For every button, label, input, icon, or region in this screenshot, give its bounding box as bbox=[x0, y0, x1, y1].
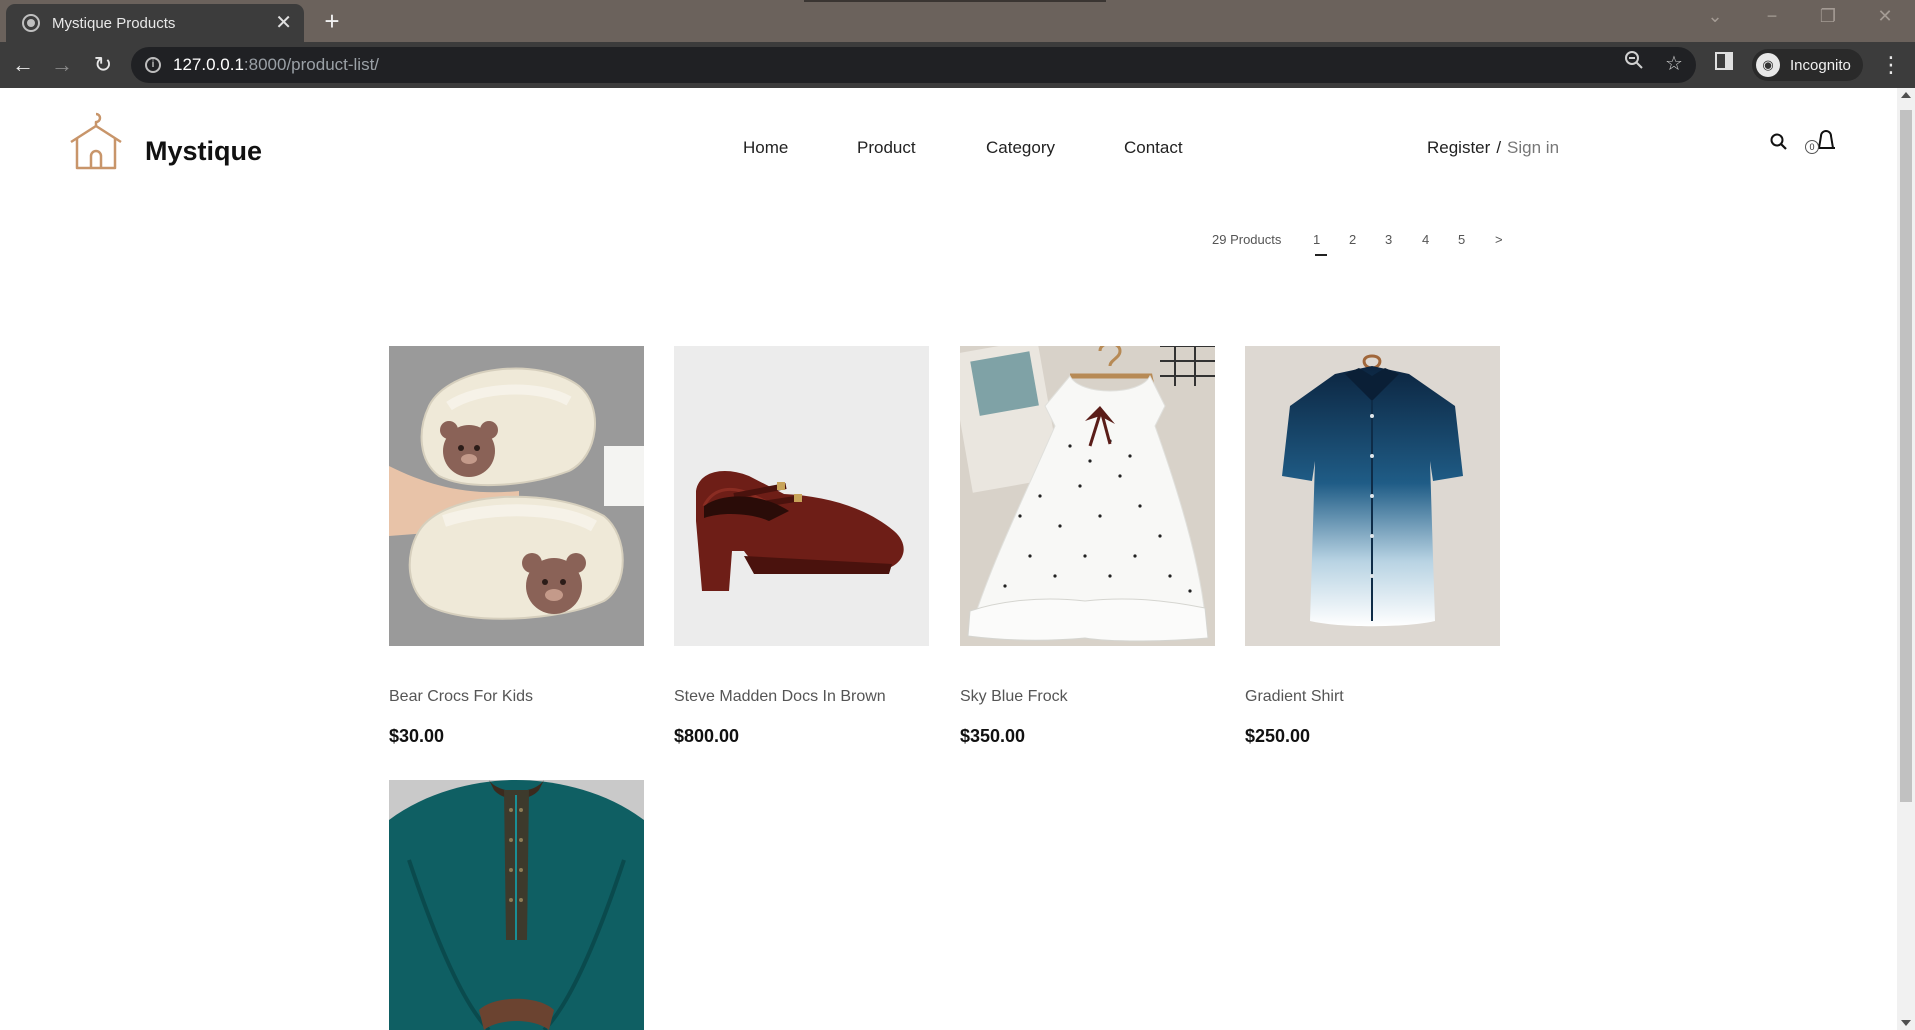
product-image-brown-docs[interactable] bbox=[674, 346, 929, 646]
reload-icon[interactable]: ↻ bbox=[88, 50, 118, 80]
product-image-bear-crocs[interactable] bbox=[389, 346, 644, 646]
register-link[interactable]: Register bbox=[1427, 138, 1490, 157]
browser-menu-icon[interactable]: ⋮ bbox=[1880, 50, 1902, 80]
brand-name[interactable]: Mystique bbox=[145, 136, 262, 167]
cart-button[interactable]: 0 bbox=[1805, 130, 1835, 158]
product-count: 29 Products bbox=[1212, 232, 1282, 247]
product-card[interactable] bbox=[389, 780, 644, 1030]
product-image-sky-blue-frock[interactable] bbox=[960, 346, 1215, 646]
minimize-icon[interactable]: − bbox=[1757, 6, 1787, 27]
incognito-icon: ◉ bbox=[1756, 53, 1780, 77]
browser-tab-strip: Mystique Products ✕ + ⌄ − ❐ ✕ bbox=[0, 0, 1915, 42]
product-price: $250.00 bbox=[1245, 726, 1311, 746]
scroll-down-arrow-icon[interactable] bbox=[1901, 1020, 1911, 1026]
product-price: $800.00 bbox=[674, 726, 740, 746]
cart-count-badge: 0 bbox=[1805, 140, 1819, 154]
auth-separator: / bbox=[1496, 138, 1502, 157]
page-viewport: Mystique Home Product Category Contact R… bbox=[0, 88, 1897, 1030]
tab-close-icon[interactable]: ✕ bbox=[275, 13, 292, 33]
product-card[interactable]: Gradient Shirt $250.00 bbox=[1245, 346, 1500, 746]
product-name[interactable]: Bear Crocs For Kids bbox=[389, 688, 533, 706]
forward-arrow-icon[interactable]: → bbox=[47, 50, 77, 80]
sign-in-link[interactable]: Sign in bbox=[1507, 138, 1559, 157]
restore-icon[interactable]: ❐ bbox=[1813, 6, 1843, 27]
product-card[interactable]: Sky Blue Frock $350.00 bbox=[960, 346, 1215, 746]
scroll-up-arrow-icon[interactable] bbox=[1901, 92, 1911, 98]
window-close-icon[interactable]: ✕ bbox=[1870, 6, 1900, 27]
new-tab-button[interactable]: + bbox=[318, 8, 346, 36]
product-image-teal-kurta[interactable] bbox=[389, 780, 644, 1030]
page-link-2[interactable]: 2 bbox=[1349, 232, 1356, 247]
site-info-icon[interactable]: i bbox=[145, 57, 161, 73]
page-link-3[interactable]: 3 bbox=[1385, 232, 1392, 247]
zoom-icon[interactable] bbox=[1620, 50, 1648, 78]
product-card[interactable]: Steve Madden Docs In Brown $800.00 bbox=[674, 346, 929, 746]
browser-toolbar: ← → ↻ i 127.0.0.1:8000/product-list/ ☆ ◉… bbox=[0, 42, 1915, 88]
bookmark-star-icon[interactable]: ☆ bbox=[1660, 50, 1688, 78]
page-scrollbar[interactable] bbox=[1897, 88, 1915, 1030]
globe-icon bbox=[22, 14, 40, 32]
search-icon[interactable] bbox=[1769, 132, 1789, 152]
page-link-1[interactable]: 1 bbox=[1313, 232, 1320, 247]
address-bar[interactable]: i 127.0.0.1:8000/product-list/ bbox=[131, 47, 1696, 83]
nav-contact[interactable]: Contact bbox=[1124, 138, 1183, 158]
product-name[interactable]: Steve Madden Docs In Brown bbox=[674, 688, 886, 706]
active-page-indicator bbox=[1315, 254, 1327, 256]
page-link-5[interactable]: 5 bbox=[1458, 232, 1465, 247]
nav-category[interactable]: Category bbox=[986, 138, 1055, 158]
scrollbar-thumb[interactable] bbox=[1900, 110, 1912, 802]
page-next-link[interactable]: > bbox=[1495, 232, 1503, 247]
product-image-gradient-shirt[interactable] bbox=[1245, 346, 1500, 646]
url-host: 127.0.0.1 bbox=[173, 55, 244, 74]
tab-search-icon[interactable]: ⌄ bbox=[1700, 6, 1730, 27]
incognito-label: Incognito bbox=[1790, 56, 1851, 74]
auth-links: Register / Sign in bbox=[1427, 138, 1559, 158]
page-link-4[interactable]: 4 bbox=[1422, 232, 1429, 247]
product-card[interactable]: Bear Crocs For Kids $30.00 bbox=[389, 346, 644, 746]
browser-tab[interactable]: Mystique Products ✕ bbox=[6, 4, 304, 42]
product-name[interactable]: Sky Blue Frock bbox=[960, 688, 1068, 706]
tab-strip-highlight bbox=[804, 0, 1106, 2]
product-price: $350.00 bbox=[960, 726, 1026, 746]
product-name[interactable]: Gradient Shirt bbox=[1245, 688, 1344, 706]
back-arrow-icon[interactable]: ← bbox=[8, 50, 38, 80]
url-path: :8000/product-list/ bbox=[243, 55, 380, 74]
hanger-house-logo-icon[interactable] bbox=[68, 112, 124, 172]
nav-product[interactable]: Product bbox=[857, 138, 916, 158]
nav-home[interactable]: Home bbox=[743, 138, 788, 158]
tab-title: Mystique Products bbox=[52, 14, 176, 32]
side-panel-icon[interactable] bbox=[1710, 50, 1738, 78]
incognito-profile-button[interactable]: ◉ Incognito bbox=[1752, 49, 1863, 81]
product-price: $30.00 bbox=[389, 726, 445, 746]
